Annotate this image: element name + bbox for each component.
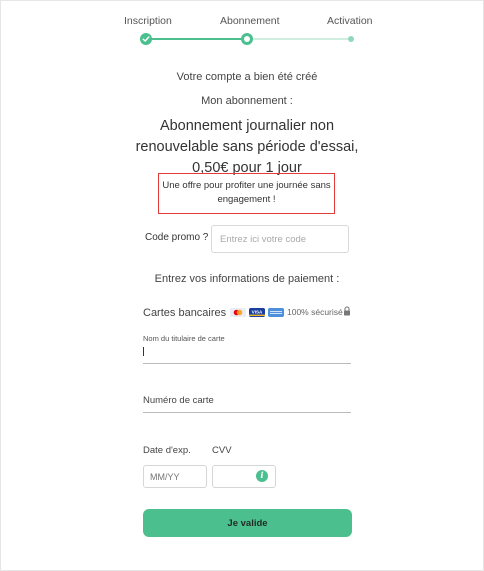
promo-code-input[interactable] [211, 225, 349, 253]
svg-text:VISA: VISA [252, 310, 263, 315]
lock-icon [344, 306, 350, 316]
cardholder-name-label: Nom du titulaire de carte [143, 334, 225, 343]
expiry-date-label: Date d'exp. [143, 445, 191, 456]
plan-title-line: Abonnement journalier non [159, 118, 335, 134]
card-number-underline [143, 412, 351, 413]
info-icon[interactable]: i [256, 470, 268, 482]
offer-text-line: Une offre pour profiter une journée sans [162, 180, 331, 191]
submit-button[interactable]: Je valide [143, 509, 352, 537]
visa-icon: VISA [249, 308, 265, 317]
step-done-dot [140, 33, 152, 45]
offer-callout: Une offre pour profiter une journée sans… [158, 173, 335, 214]
check-icon [142, 36, 150, 42]
text-cursor [143, 347, 144, 356]
amex-icon [268, 308, 284, 317]
step-label-abonnement: Abonnement [220, 15, 280, 27]
bank-cards-label: Cartes bancaires [143, 307, 227, 319]
step-track-pending [247, 38, 351, 40]
promo-code-label: Code promo ? [145, 232, 209, 243]
card-number-label: Numéro de carte [143, 395, 214, 406]
plan-title-line: renouvelable sans période d'essai, [135, 139, 359, 155]
step-track-completed [146, 38, 247, 40]
payment-heading: Entrez vos informations de paiement : [154, 273, 340, 285]
plan-title: Abonnement journalier non renouvelable s… [0, 116, 484, 179]
step-current-dot [241, 33, 253, 45]
expiry-date-input[interactable] [143, 465, 207, 488]
step-label-activation: Activation [327, 15, 373, 27]
mastercard-icon [230, 308, 246, 317]
offer-text-line: engagement ! [217, 194, 276, 205]
cvv-label: CVV [212, 445, 232, 456]
cardholder-name-underline [143, 363, 351, 364]
account-created-message: Votre compte a bien été créé [176, 71, 318, 83]
step-next-dot [348, 36, 354, 42]
secure-payment-text: 100% sécurisé [287, 307, 343, 317]
step-label-inscription: Inscription [124, 15, 172, 27]
subscription-heading: Mon abonnement : [201, 95, 293, 107]
